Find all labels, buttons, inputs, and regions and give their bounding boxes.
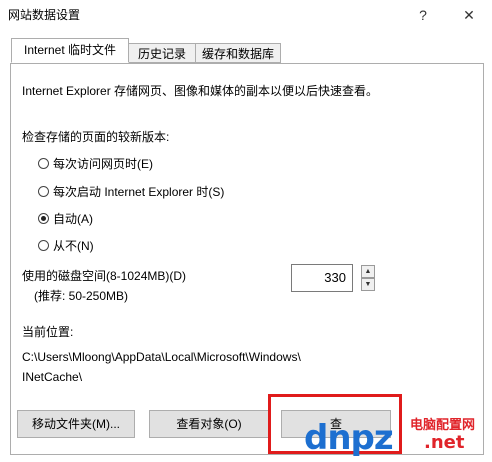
watermark-logo-text: dnpz	[304, 418, 394, 458]
title-bar: 网站数据设置 ? ✕	[0, 0, 492, 30]
help-button[interactable]: ?	[400, 0, 446, 30]
current-location-path: C:\Users\Mloong\AppData\Local\Microsoft\…	[22, 347, 382, 387]
radio-button-selected[interactable]	[38, 212, 49, 224]
current-location-label: 当前位置:	[22, 325, 74, 339]
stepper-down-icon[interactable]: ▼	[361, 278, 375, 291]
radio-every-visit[interactable]: 每次访问网页时(E)	[38, 155, 153, 171]
radio-never[interactable]: 从不(N)	[38, 237, 94, 253]
disk-space-hint: (推荐: 50-250MB)	[34, 289, 129, 303]
stepper-up-icon[interactable]: ▲	[361, 265, 375, 278]
tab-history[interactable]: 历史记录	[128, 43, 196, 63]
view-objects-button[interactable]: 查看对象(O)	[149, 410, 269, 438]
watermark-net-text: .net	[424, 432, 465, 453]
radio-label: 每次访问网页时(E)	[53, 156, 153, 171]
move-folder-button[interactable]: 移动文件夹(M)...	[17, 410, 135, 438]
tab-caches-databases[interactable]: 缓存和数据库	[195, 43, 281, 63]
location-path-line: C:\Users\Mloong\AppData\Local\Microsoft\…	[22, 350, 301, 364]
radio-label: 从不(N)	[53, 238, 94, 253]
disk-space-input[interactable]: 330	[291, 264, 353, 292]
window-title: 网站数据设置	[8, 8, 81, 22]
tab-temp-files[interactable]: Internet 临时文件	[11, 38, 129, 63]
location-path-line: INetCache\	[22, 370, 83, 384]
disk-space-stepper[interactable]: ▲ ▼	[361, 265, 375, 291]
radio-every-start[interactable]: 每次启动 Internet Explorer 时(S)	[38, 183, 224, 199]
disk-space-label: 使用的磁盘空间(8-1024MB)(D)	[22, 269, 187, 283]
radio-button[interactable]	[38, 239, 49, 251]
radio-button[interactable]	[38, 185, 49, 197]
radio-button[interactable]	[38, 157, 49, 169]
description-text: Internet Explorer 存储网页、图像和媒体的副本以便以后快速查看。	[22, 84, 379, 98]
radio-label: 每次启动 Internet Explorer 时(S)	[53, 184, 225, 199]
close-button[interactable]: ✕	[446, 0, 492, 30]
radio-automatic[interactable]: 自动(A)	[38, 210, 93, 226]
tab-panel	[10, 63, 484, 455]
watermark-cn-text: 电脑配置网	[410, 418, 476, 433]
check-version-label: 检查存储的页面的较新版本:	[22, 130, 170, 144]
radio-label: 自动(A)	[53, 211, 93, 226]
